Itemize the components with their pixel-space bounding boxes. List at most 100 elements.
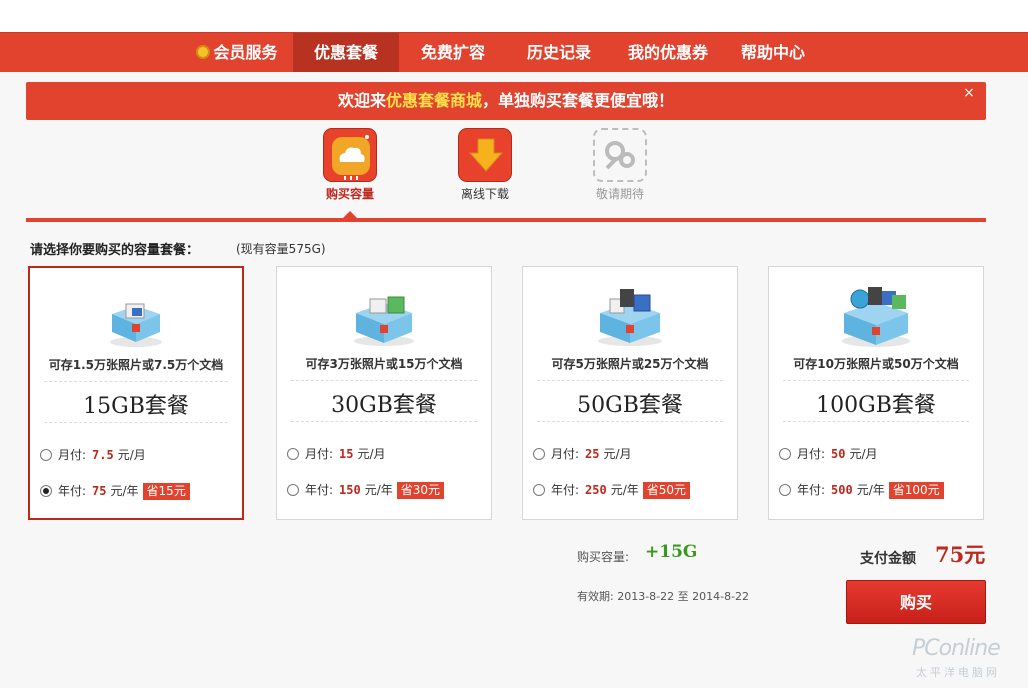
monthly-option[interactable]: 月付: 15 元/月 [287, 445, 386, 462]
divider [44, 422, 228, 423]
yearly-label: 年付: [797, 483, 826, 497]
member-logo-icon [196, 45, 211, 59]
buy-button[interactable]: 购买 [846, 580, 986, 624]
monthly-option[interactable]: 月付: 25 元/月 [533, 445, 632, 462]
divider [291, 421, 477, 422]
monthly-radio[interactable] [779, 448, 791, 460]
tool-label: 离线下载 [460, 187, 509, 201]
site-watermark: PConline 太平洋电脑网 [912, 628, 1024, 686]
monthly-price: 7.5 [92, 448, 114, 462]
tool-coming-soon: 敬请期待 [575, 128, 665, 202]
nav-item-free-expand[interactable]: 免费扩容 [406, 33, 500, 72]
yearly-price: 250 [585, 483, 607, 497]
package-desc: 可存1.5万张照片或7.5万个文档 [48, 358, 224, 372]
banner-prefix: 欢迎来 [337, 91, 386, 110]
promo-banner: 欢迎来优惠套餐商城，单独购买套餐更便宜哦！ × [26, 82, 986, 120]
yearly-label: 年付: [551, 483, 580, 497]
save-badge: 省15元 [142, 483, 190, 500]
divider [783, 380, 969, 381]
yearly-radio[interactable] [287, 484, 299, 496]
pay-amount-value: 75元 [935, 542, 986, 567]
pay-amount-label: 支付金额 [860, 551, 916, 567]
yearly-option[interactable]: 年付: 75 元/年 省15元 [40, 482, 190, 500]
monthly-radio[interactable] [40, 449, 52, 461]
purchase-capacity-value: +15G [645, 542, 698, 562]
monthly-unit: 元/月 [117, 448, 146, 462]
banner-suffix: ，单独购买套餐更便宜哦！ [482, 91, 675, 110]
monthly-label: 月付: [797, 447, 826, 461]
package-desc: 可存3万张照片或15万个文档 [305, 357, 463, 371]
divider [537, 421, 723, 422]
nav-label: 会员服务 [213, 43, 278, 62]
package-size: 50GB套餐 [577, 393, 683, 418]
divider [44, 381, 228, 382]
box-files-icon [344, 283, 424, 349]
yearly-unit: 元/年 [856, 483, 885, 497]
package-card-30gb[interactable]: 可存3万张照片或15万个文档 30GB套餐 月付: 15 元/月 年付: 150 元/年… [276, 266, 492, 520]
yearly-option[interactable]: 年付: 500 元/年 省100元 [779, 481, 944, 499]
cloud-icon [323, 128, 377, 182]
monthly-radio[interactable] [533, 448, 545, 460]
coming-soon-icon [593, 128, 647, 182]
tool-label: 购买容量 [325, 187, 374, 201]
yearly-label: 年付: [305, 483, 334, 497]
nav-item-my-coupons[interactable]: 我的优惠券 [614, 33, 722, 72]
monthly-price: 15 [339, 447, 354, 461]
package-select-label: 请选择你要购买的容量套餐： [30, 243, 200, 258]
download-arrow-icon [458, 128, 512, 182]
watermark-text: PConline [912, 636, 1001, 661]
nav-label: 优惠套餐 [313, 43, 378, 62]
yearly-option[interactable]: 年付: 150 元/年 省30元 [287, 481, 445, 499]
box-files-icon [96, 284, 176, 350]
nav-label: 历史记录 [526, 43, 591, 62]
monthly-label: 月付: [551, 447, 580, 461]
package-card-100gb[interactable]: 可存10万张照片或50万个文档 100GB套餐 月付: 50 元/月 年付: 500 元… [768, 266, 984, 520]
yearly-unit: 元/年 [610, 483, 639, 497]
nav-item-help-center[interactable]: 帮助中心 [730, 33, 816, 72]
yearly-radio[interactable] [533, 484, 545, 496]
yearly-price: 500 [831, 483, 853, 497]
close-icon[interactable]: × [962, 86, 976, 100]
yearly-option[interactable]: 年付: 250 元/年 省50元 [533, 481, 691, 499]
monthly-unit: 元/月 [849, 447, 878, 461]
package-desc: 可存5万张照片或25万个文档 [551, 357, 709, 371]
yearly-radio[interactable] [779, 484, 791, 496]
package-card-50gb[interactable]: 可存5万张照片或25万个文档 50GB套餐 月付: 25 元/月 年付: 250 元/年… [522, 266, 738, 520]
validity-period: 有效期: 2013-8-22 至 2014-8-22 [577, 590, 750, 603]
main-nav: 会员服务 优惠套餐 免费扩容 历史记录 我的优惠券 帮助中心 [0, 32, 1028, 72]
tool-buy-capacity[interactable]: 购买容量 [305, 128, 395, 202]
package-card-15gb[interactable]: 可存1.5万张照片或7.5万个文档 15GB套餐 月付: 7.5 元/月 年付: 75… [28, 266, 244, 520]
purchase-capacity-label: 购买容量: [577, 550, 630, 564]
nav-item-member-service[interactable]: 会员服务 [188, 33, 286, 72]
divider [291, 380, 477, 381]
current-capacity: (现有容量575G) [236, 242, 326, 256]
tool-label: 敬请期待 [595, 187, 644, 201]
package-size: 30GB套餐 [331, 393, 437, 418]
nav-label: 免费扩容 [420, 43, 485, 62]
box-files-icon [836, 283, 916, 349]
yearly-unit: 元/年 [110, 484, 139, 498]
monthly-unit: 元/月 [603, 447, 632, 461]
monthly-price: 25 [585, 447, 600, 461]
divider [783, 421, 969, 422]
yearly-radio[interactable] [40, 485, 52, 497]
yearly-price: 75 [92, 484, 107, 498]
monthly-price: 50 [831, 447, 846, 461]
divider [537, 380, 723, 381]
box-files-icon [590, 283, 670, 349]
monthly-label: 月付: [58, 448, 87, 462]
save-badge: 省30元 [396, 482, 445, 499]
nav-label: 我的优惠券 [627, 43, 708, 62]
monthly-radio[interactable] [287, 448, 299, 460]
tool-offline-download[interactable]: 离线下载 [440, 128, 530, 202]
yearly-unit: 元/年 [364, 483, 393, 497]
save-badge: 省100元 [888, 482, 944, 499]
monthly-option[interactable]: 月付: 7.5 元/月 [40, 446, 146, 463]
nav-item-discount-packages[interactable]: 优惠套餐 [293, 33, 399, 72]
monthly-unit: 元/月 [357, 447, 386, 461]
yearly-label: 年付: [58, 484, 87, 498]
package-size: 15GB套餐 [83, 394, 189, 419]
monthly-option[interactable]: 月付: 50 元/月 [779, 445, 878, 462]
yearly-price: 150 [339, 483, 361, 497]
nav-item-history[interactable]: 历史记录 [512, 33, 606, 72]
